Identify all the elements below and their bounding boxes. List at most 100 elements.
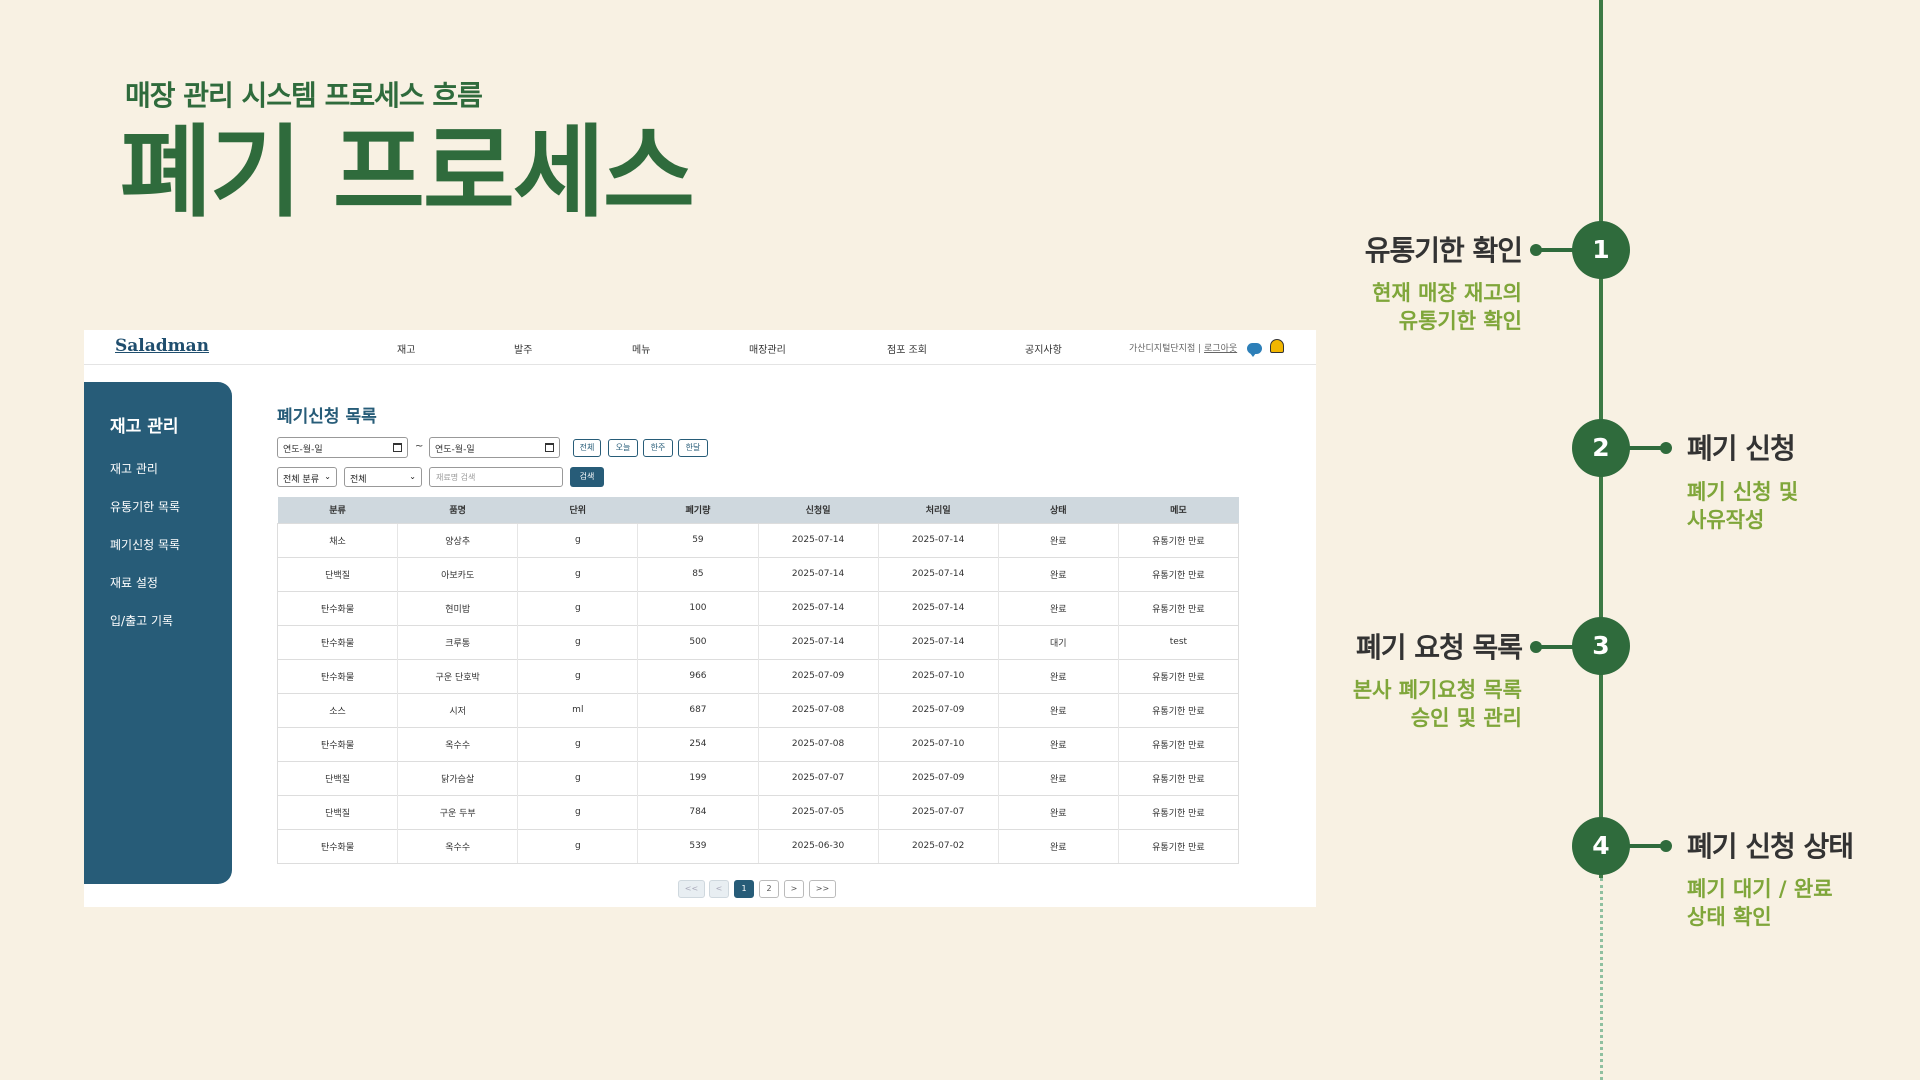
- table-cell: 크루통: [397, 624, 518, 659]
- nav-item-store-management[interactable]: 매장관리: [749, 341, 786, 356]
- range-today-button[interactable]: 오늘: [608, 439, 638, 457]
- sidebar-item-disposal-list[interactable]: 폐기신청 목록: [110, 536, 180, 553]
- start-date-input[interactable]: 연도-월-일: [277, 437, 408, 458]
- table-cell: 옥수수: [397, 726, 518, 761]
- table-body: 채소 양상추 g 59 2025-07-14 2025-07-14 완료 유통기한 만료 단백질…: [276, 522, 1240, 864]
- chat-icon[interactable]: [1247, 343, 1262, 357]
- table-cell: 539: [637, 828, 758, 864]
- nav-item-inventory[interactable]: 재고: [397, 341, 415, 356]
- range-week-button[interactable]: 한주: [643, 439, 673, 457]
- pagination-page-2[interactable]: 2: [759, 880, 779, 898]
- sidebar-item-expiry-list[interactable]: 유통기한 목록: [110, 498, 180, 515]
- step-4-desc-line2: 상태 확인: [1687, 905, 1772, 930]
- table-cell: 양상추: [397, 522, 518, 557]
- nav-item-store-lookup[interactable]: 점포 조회: [887, 341, 927, 356]
- table-cell: 59: [637, 522, 758, 557]
- category-select[interactable]: 전체 분류 ⌄: [277, 467, 337, 487]
- step-1-circle: 1: [1572, 221, 1630, 279]
- table-cell: 2025-07-08: [757, 726, 879, 761]
- pagination-last[interactable]: >>: [809, 880, 836, 898]
- calendar-icon[interactable]: [545, 443, 554, 452]
- range-month-button[interactable]: 한달: [678, 439, 708, 457]
- slide-title: 폐기 프로세스: [120, 114, 695, 231]
- table-row[interactable]: 탄수화물 옥수수 g 539 2025-06-30 2025-07-02 완료 유통기한 만료: [276, 828, 1240, 864]
- top-navigation: Saladman 재고 발주 메뉴 매장관리 점포 조회 공지사항 가산디지털단…: [84, 330, 1316, 365]
- nav-item-order[interactable]: 발주: [514, 341, 532, 356]
- table-row[interactable]: 단백질 닭가슴살 g 199 2025-07-07 2025-07-09 완료 유통기한 만료: [276, 760, 1240, 795]
- table-row[interactable]: 탄수화물 크루통 g 500 2025-07-14 2025-07-14 대기 test: [276, 624, 1240, 659]
- table-cell: 단백질: [276, 556, 398, 591]
- nav-item-notice[interactable]: 공지사항: [1025, 341, 1062, 356]
- sidebar-item-inventory[interactable]: 재고 관리: [110, 460, 158, 477]
- pagination-page-1[interactable]: 1: [734, 880, 754, 898]
- table-cell: 687: [637, 692, 758, 727]
- column-header: 메모: [1118, 497, 1239, 523]
- table-cell: 대기: [997, 624, 1119, 659]
- table-row[interactable]: 단백질 구운 두부 g 784 2025-07-05 2025-07-07 완료 유통기한 만…: [276, 794, 1240, 829]
- table-cell: 탄수화물: [276, 624, 398, 659]
- step-3-circle: 3: [1572, 617, 1630, 675]
- table-cell: 500: [637, 624, 758, 659]
- table-header-row: 분류 품명 단위 폐기량 신청일 처리일 상태 메모: [277, 497, 1239, 523]
- table-row[interactable]: 채소 양상추 g 59 2025-07-14 2025-07-14 완료 유통기한 만료: [276, 522, 1240, 557]
- table-cell: g: [517, 556, 638, 591]
- table-cell: 2025-07-07: [877, 794, 999, 829]
- table-cell: 2025-07-05: [757, 794, 879, 829]
- column-header: 단위: [517, 497, 638, 523]
- step-4-connector-dot: [1660, 840, 1672, 852]
- ingredient-search-input[interactable]: 재료명 검색: [429, 467, 563, 487]
- step-4-title: 폐기 신청 상태: [1687, 830, 1854, 863]
- step-4-description: 폐기 대기 / 완료 상태 확인: [1687, 875, 1833, 932]
- step-3-description: 본사 폐기요청 목록 승인 및 관리: [1242, 676, 1522, 733]
- sidebar-item-ingredient-settings[interactable]: 재료 설정: [110, 574, 158, 591]
- table-cell: 2025-07-08: [757, 692, 879, 727]
- end-date-value: 연도-월-일: [435, 445, 475, 455]
- table-row[interactable]: 소스 시저 ml 687 2025-07-08 2025-07-09 완료 유통기한 만료: [276, 692, 1240, 727]
- table-cell: 구운 단호박: [397, 658, 518, 693]
- table-cell: 2025-07-14: [757, 556, 879, 591]
- table-cell: 유통기한 만료: [1117, 658, 1240, 693]
- pagination-first[interactable]: <<: [678, 880, 705, 898]
- step-2-description: 폐기 신청 및 사유작성: [1687, 478, 1798, 535]
- nav-item-menu[interactable]: 메뉴: [632, 341, 650, 356]
- logout-link[interactable]: 로그아웃: [1204, 344, 1237, 354]
- table-cell: 옥수수: [397, 828, 518, 864]
- table-cell: 2025-07-09: [877, 692, 999, 727]
- step-2-title: 폐기 신청: [1687, 432, 1796, 465]
- table-cell: 완료: [997, 590, 1119, 625]
- timeline-dotted-line: [1600, 878, 1603, 1080]
- step-2-desc-line2: 사유작성: [1687, 508, 1765, 533]
- table-row[interactable]: 단백질 아보카도 g 85 2025-07-14 2025-07-14 완료 유통기한 만료: [276, 556, 1240, 591]
- sidebar-item-in-out-log[interactable]: 입/출고 기록: [110, 612, 173, 629]
- page-title: 폐기신청 목록: [277, 407, 377, 427]
- column-header: 분류: [277, 497, 398, 523]
- table-cell: 탄수화물: [276, 726, 398, 761]
- table-cell: 784: [637, 794, 758, 829]
- table-cell: 유통기한 만료: [1117, 692, 1240, 727]
- table-cell: 85: [637, 556, 758, 591]
- step-4-desc-line1: 폐기 대기 / 완료: [1687, 877, 1833, 901]
- table-cell: 닭가슴살: [397, 760, 518, 795]
- calendar-icon[interactable]: [393, 443, 402, 452]
- table-cell: 완료: [997, 658, 1119, 693]
- search-button[interactable]: 검색: [570, 467, 604, 487]
- table-cell: 완료: [997, 828, 1119, 864]
- step-3-title: 폐기 요청 목록: [1355, 631, 1523, 664]
- end-date-input[interactable]: 연도-월-일: [429, 437, 560, 458]
- step-4-circle: 4: [1572, 817, 1630, 875]
- step-1-title: 유통기한 확인: [1364, 234, 1523, 267]
- table-cell: 966: [637, 658, 758, 693]
- logo[interactable]: Saladman: [115, 336, 209, 356]
- table-row[interactable]: 탄수화물 현미밥 g 100 2025-07-14 2025-07-14 완료 유통기한 만료: [276, 590, 1240, 625]
- table-row[interactable]: 탄수화물 구운 단호박 g 966 2025-07-09 2025-07-10 완료 유통기한…: [276, 658, 1240, 693]
- pagination-next[interactable]: >: [784, 880, 804, 898]
- table-cell: 현미밥: [397, 590, 518, 625]
- status-select[interactable]: 전체 ⌄: [344, 467, 422, 487]
- column-header: 폐기량: [637, 497, 758, 523]
- table-cell: 2025-07-14: [877, 522, 999, 557]
- pagination-prev[interactable]: <: [709, 880, 729, 898]
- range-all-button[interactable]: 전체: [573, 439, 601, 457]
- table-row[interactable]: 탄수화물 옥수수 g 254 2025-07-08 2025-07-10 완료 유통기한 만료: [276, 726, 1240, 761]
- start-date-value: 연도-월-일: [283, 445, 323, 455]
- bell-icon[interactable]: [1270, 339, 1284, 353]
